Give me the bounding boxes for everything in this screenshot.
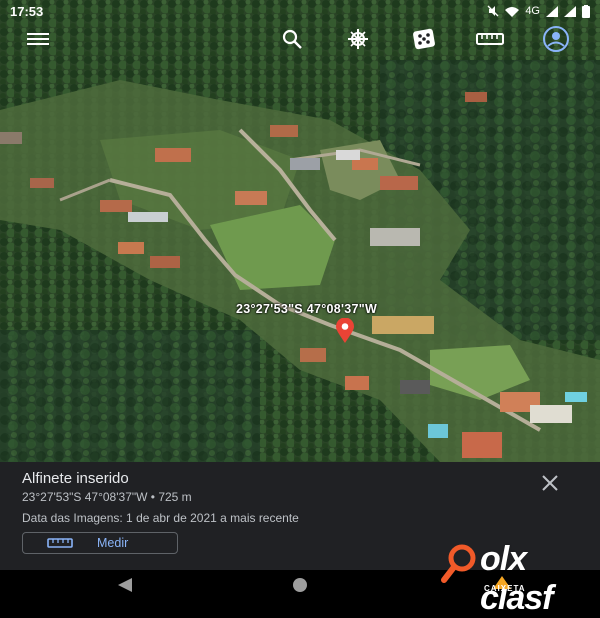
panel-coordinates: 23°27'53"S 47°08'37"W • 725 m (22, 490, 192, 504)
search-button[interactable] (276, 24, 308, 54)
measure-button[interactable]: Medir (22, 532, 178, 554)
account-icon (543, 26, 569, 52)
satellite-map[interactable] (0, 0, 600, 462)
status-bar: 17:53 4G (0, 0, 600, 22)
status-icons: 4G (487, 4, 590, 18)
watermark-brand: CAIXETA (484, 584, 526, 593)
signal-2-icon (564, 5, 576, 17)
measure-tool-button[interactable] (474, 24, 506, 54)
voyager-wheel-icon (348, 29, 368, 49)
panel-title: Alfinete inserido (22, 470, 129, 487)
status-time: 17:53 (10, 3, 44, 19)
home-button[interactable] (290, 576, 310, 594)
measure-label: Medir (97, 536, 129, 550)
wifi-icon (505, 6, 520, 17)
inserted-pin[interactable] (335, 317, 355, 344)
feeling-lucky-button[interactable] (408, 24, 440, 54)
olx-pin-logo (441, 544, 476, 583)
hamburger-menu-icon (27, 33, 49, 45)
signal-icon (546, 5, 558, 17)
satellite-imagery (0, 0, 600, 462)
battery-icon (582, 4, 590, 18)
imagery-date: Data das Imagens: 1 de abr de 2021 a mai… (22, 511, 299, 525)
map-pin-icon (336, 317, 354, 343)
close-panel-button[interactable] (540, 473, 560, 493)
network-type: 4G (525, 5, 540, 17)
voyager-button[interactable] (342, 24, 374, 54)
menu-button[interactable] (22, 24, 54, 54)
ruler-icon (476, 33, 504, 45)
watermark-logo: olx clasf CAIXETA (440, 538, 600, 617)
pin-coordinates-label: 23°27'53"S 47°08'37"W (236, 302, 378, 316)
dice-icon (413, 28, 435, 50)
back-triangle-icon (118, 578, 132, 592)
ruler-icon (47, 538, 73, 548)
mute-icon (487, 5, 499, 17)
back-button[interactable] (116, 576, 136, 594)
earth-toolbar (0, 22, 600, 58)
close-icon (542, 475, 558, 491)
home-circle-icon (293, 578, 307, 592)
account-button[interactable] (540, 24, 572, 54)
search-icon (282, 29, 302, 49)
